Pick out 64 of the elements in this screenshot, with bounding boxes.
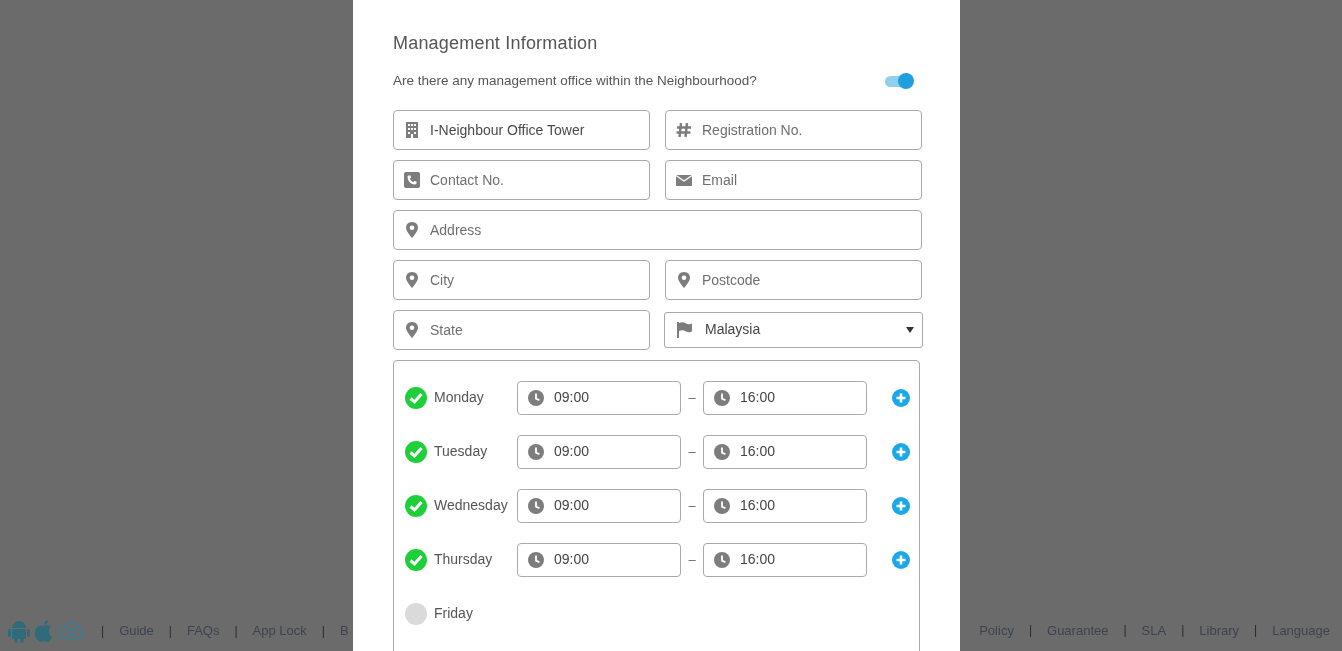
input-field[interactable]: Contact No.	[393, 159, 650, 200]
clock-icon	[714, 497, 730, 514]
location-pin-icon	[404, 271, 420, 288]
input-field[interactable]: Address	[393, 209, 922, 250]
input-field[interactable]: State	[393, 309, 650, 350]
location-pin-icon	[676, 271, 692, 288]
country-select[interactable]: Malaysia	[664, 311, 923, 348]
input-field[interactable]: I-Neighbour Office Tower	[393, 109, 650, 150]
clock-icon	[528, 551, 544, 568]
day-checkbox[interactable]	[405, 548, 427, 571]
clock-icon	[528, 443, 544, 460]
day-checkbox[interactable]	[405, 494, 427, 517]
time-field[interactable]: 09:00	[517, 380, 681, 415]
time-field[interactable]: 16:00	[703, 488, 867, 523]
day-label: Thursday	[434, 550, 494, 570]
separator: |	[1181, 622, 1185, 640]
caret-icon	[906, 326, 914, 333]
time-field[interactable]: 16:00	[703, 380, 867, 415]
separator: |	[1028, 622, 1032, 640]
input-field[interactable]: Postcode	[665, 259, 922, 300]
separator: |	[168, 623, 172, 640]
day-checkbox[interactable]	[405, 602, 427, 625]
separator: |	[321, 623, 325, 640]
time-field[interactable]: 09:00	[517, 488, 681, 523]
clock-icon	[714, 389, 730, 406]
time-separator: –	[687, 551, 697, 570]
location-pin-icon	[404, 221, 420, 238]
day-label: Friday	[434, 604, 474, 624]
toggle-switch[interactable]	[885, 72, 915, 89]
input-field[interactable]: Email	[665, 159, 922, 200]
day-label: Monday	[434, 388, 485, 408]
section-title: Management Information	[393, 33, 599, 55]
add-icon[interactable]	[892, 442, 910, 461]
separator: |	[101, 623, 105, 640]
hash-icon	[676, 121, 692, 138]
add-icon[interactable]	[892, 496, 910, 515]
input-field[interactable]: City	[393, 259, 650, 300]
add-icon[interactable]	[892, 388, 910, 407]
day-checkbox[interactable]	[405, 440, 427, 463]
time-field[interactable]: 16:00	[703, 434, 867, 469]
time-separator: –	[687, 497, 697, 516]
location-pin-icon	[404, 321, 420, 338]
cloud-icon[interactable]	[58, 621, 84, 641]
time-separator: –	[687, 443, 697, 462]
time-separator: –	[687, 389, 697, 408]
day-label: Wednesday	[434, 496, 509, 516]
time-field[interactable]: 16:00	[703, 542, 867, 577]
separator: |	[234, 623, 238, 640]
day-label: Tuesday	[434, 442, 489, 462]
time-field[interactable]: 09:00	[517, 542, 681, 577]
question-text: Are there any management office within the Neighbourhood?	[393, 71, 757, 90]
clock-icon	[528, 497, 544, 514]
apple-icon[interactable]	[34, 619, 54, 643]
time-field[interactable]: 09:00	[517, 434, 681, 469]
separator: |	[1123, 622, 1127, 640]
input-field[interactable]: Registration No.	[665, 109, 922, 150]
clock-icon	[714, 551, 730, 568]
separator: |	[1254, 622, 1258, 640]
flag-icon	[677, 321, 693, 338]
clock-icon	[714, 443, 730, 460]
android-icon[interactable]	[8, 619, 30, 643]
clock-icon	[528, 389, 544, 406]
day-checkbox[interactable]	[405, 386, 427, 409]
add-icon[interactable]	[892, 550, 910, 569]
